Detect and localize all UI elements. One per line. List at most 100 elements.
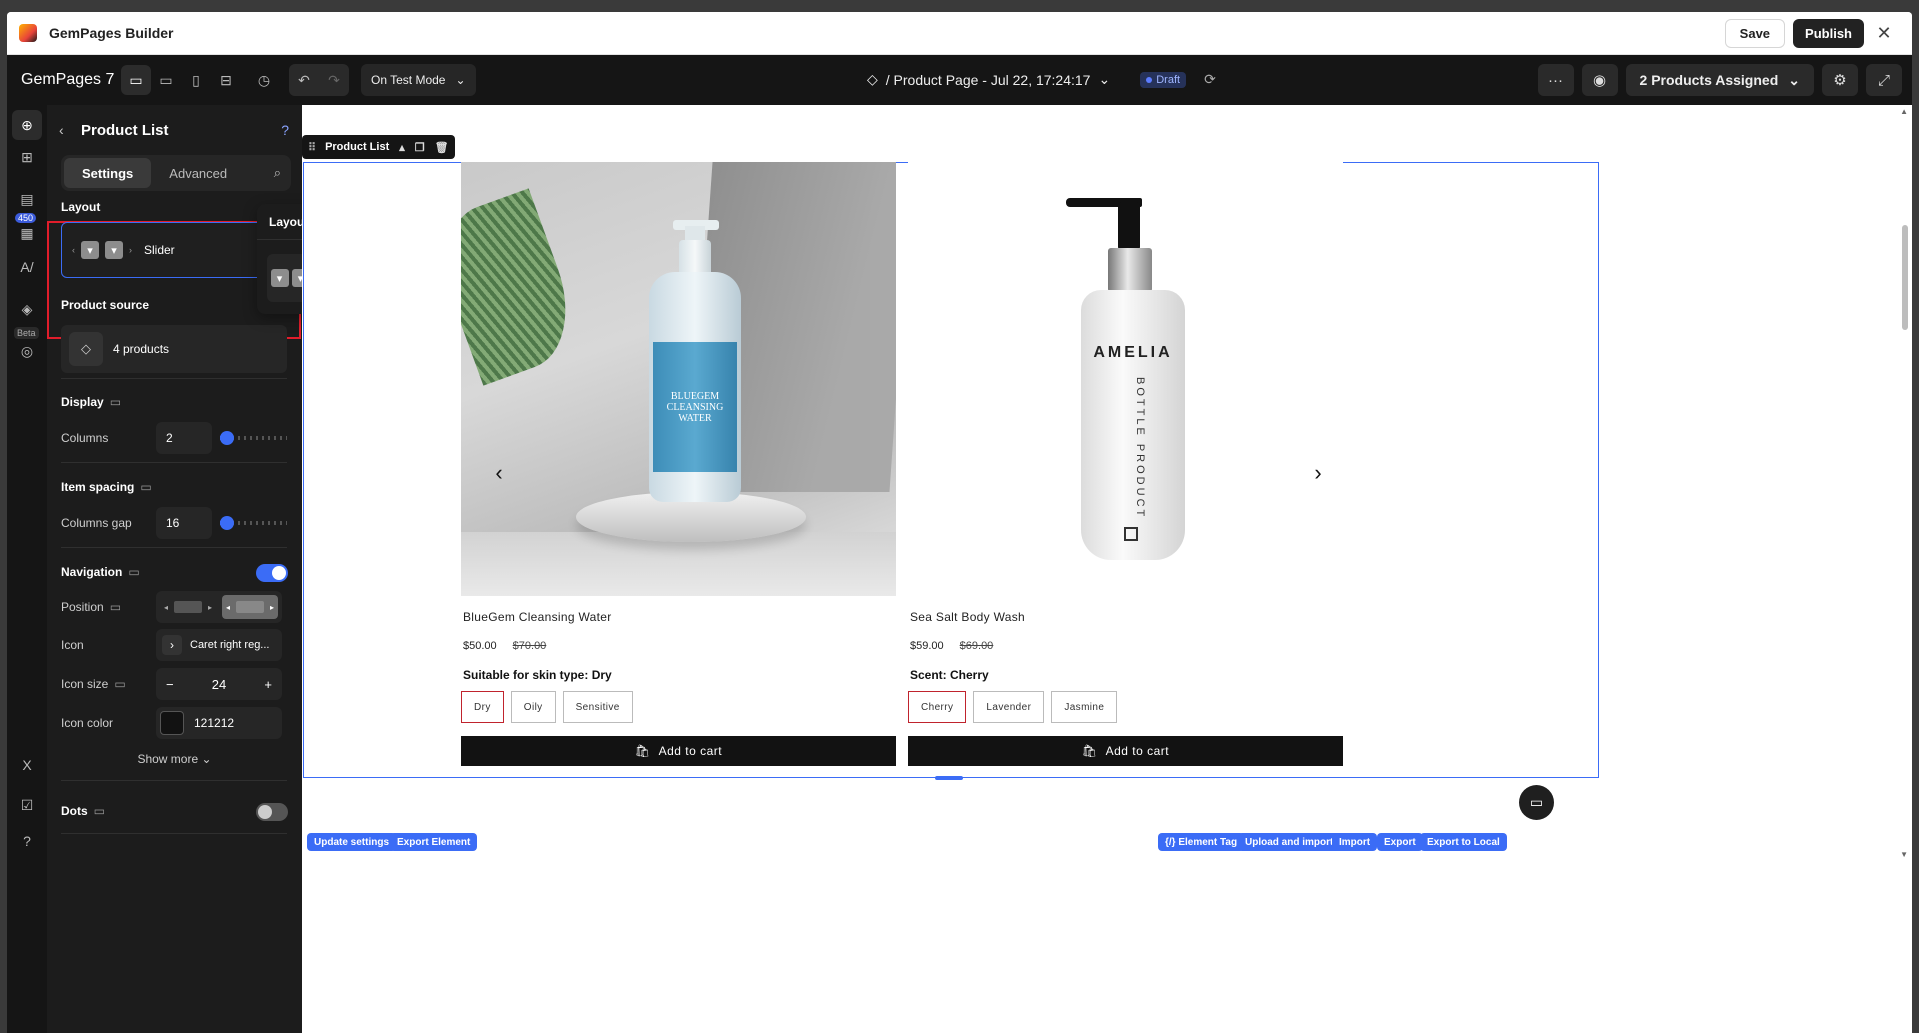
pages-icon[interactable]: ▤ [15,187,39,211]
duplicate-icon[interactable]: ❐ [415,141,425,154]
position-inside-option[interactable]: ◂ ▸ [222,595,278,619]
import-button[interactable]: Import [1332,833,1378,851]
columns-gap-slider-knob[interactable] [219,516,234,530]
add-element-icon[interactable]: ⊕ [12,110,42,140]
columns-gap-input[interactable]: 16 [156,507,212,539]
scroll-up-icon[interactable]: ▲ [1900,107,1908,116]
columns-input[interactable]: 2 [156,422,212,454]
columns-slider[interactable] [219,431,287,445]
variant-option[interactable]: Oily [510,691,556,723]
scroll-down-icon[interactable]: ▼ [1900,850,1908,859]
minus-icon[interactable]: − [166,677,174,692]
brand-name: GemPages 7 [21,71,115,88]
display-section-label: Display ▭ [61,395,122,409]
product-source-picker[interactable]: ◇ 4 products [61,325,287,373]
product-title[interactable]: Sea Salt Body Wash [910,610,1343,624]
slider-next-arrow-icon[interactable]: › [1306,460,1330,485]
upload-and-import-button[interactable]: Upload and import [1238,833,1341,851]
close-icon[interactable]: ✕ [1872,22,1896,46]
help-icon[interactable]: ? [15,829,39,853]
undo-icon[interactable]: ↶ [289,65,319,95]
icon-size-value[interactable]: 24 [212,677,226,692]
mode-dropdown[interactable]: On Test Mode ⌄ [361,64,476,96]
export-to-local-button[interactable]: Export to Local [1420,833,1507,851]
history-icon[interactable]: ◷ [249,65,279,95]
canvas-scrollbar[interactable] [1902,225,1908,330]
editor-canvas: ⠿ Product List ▴ ❐ 🗑 BLUEGEM CLEANSING W… [302,105,1912,1033]
chevron-down-icon: ⌄ [1098,71,1111,87]
monitor-icon: ▭ [93,804,106,818]
element-tag-label[interactable]: Product List [325,141,389,153]
back-arrow-icon[interactable]: ‹ [59,122,81,138]
tablet-view-icon[interactable]: ▭ [151,65,181,95]
publish-button[interactable]: Publish [1793,19,1864,48]
divider [61,833,287,834]
icon-picker[interactable]: › Caret right reg... [156,629,282,661]
caret-right-icon: › [129,245,132,255]
variant-option[interactable]: Sensitive [562,691,633,723]
export-button[interactable]: Export [1377,833,1423,851]
ai-icon[interactable]: A/ [15,255,39,279]
help-circle-icon[interactable]: ? [281,122,289,138]
variant-option[interactable]: Lavender [973,691,1045,723]
position-outside-option[interactable]: ◂ ▸ [160,595,216,619]
tab-settings[interactable]: Settings [64,158,152,188]
product-card: BLUEGEM CLEANSING WATER BlueGem Cleansin… [461,162,896,766]
x-icon[interactable]: X [15,753,39,777]
responsive-view-icon[interactable]: ⊟ [211,65,241,95]
layers-icon[interactable]: ◈ [15,297,39,321]
divider [61,462,287,463]
caret-up-icon[interactable]: ▴ [399,141,405,154]
assign-products-button[interactable]: 2 Products Assigned ⌄ [1625,64,1814,96]
layout-select[interactable]: ‹ ▾ ▾ › Slider › [61,222,287,278]
variant-option[interactable]: Dry [461,691,504,723]
tab-advanced[interactable]: Advanced [151,158,245,188]
sync-icon[interactable]: ⟳ [1204,71,1216,88]
columns-gap-slider[interactable] [219,516,287,530]
product-image[interactable]: BLUEGEM CLEANSING WATER [461,162,896,596]
variant-options: Dry Oily Sensitive [461,691,896,723]
variant-option[interactable]: Jasmine [1051,691,1118,723]
columns-label: Columns [61,431,109,445]
resize-handle[interactable] [935,776,963,780]
navigation-toggle[interactable] [256,564,288,582]
settings-gear-icon[interactable]: ⚙ [1822,64,1858,96]
slider-prev-arrow-icon[interactable]: ‹ [487,460,511,485]
product-image[interactable]: AMELIA BOTTLE PRODUCT [908,162,1343,596]
more-options-icon[interactable]: ··· [1537,64,1574,96]
columns-slider-knob[interactable] [219,431,234,445]
trash-icon[interactable]: 🗑 [435,141,449,154]
add-to-cart-button[interactable]: 🛍 Add to cart [461,736,896,766]
fullscreen-icon[interactable]: ⤢ [1866,64,1902,96]
show-more-button[interactable]: Show more ⌄ [47,752,302,766]
color-swatch[interactable] [160,711,184,735]
sections-icon[interactable]: ⊞ [15,145,39,169]
save-button[interactable]: Save [1724,19,1786,48]
plus-icon[interactable]: + [264,677,272,692]
drag-handle-icon[interactable]: ⠿ [308,141,316,154]
layout-value: Slider [144,243,175,257]
theme-icon[interactable]: ◎ [15,339,39,363]
redo-icon[interactable]: ↷ [319,65,349,95]
checklist-icon[interactable]: ☑ [15,793,39,817]
library-icon[interactable]: ▦ [15,221,39,245]
beta-badge: Beta [14,327,39,339]
icon-color-label: Icon color [61,716,114,730]
search-icon[interactable]: ⌕ [274,165,281,181]
variant-option[interactable]: Cherry [908,691,967,723]
export-element-button[interactable]: Export Element [390,833,478,851]
toggle-knob [272,566,286,580]
update-settings-button[interactable]: Update settings [307,833,397,851]
dots-toggle[interactable] [256,803,288,821]
chat-support-icon[interactable]: ▭ [1519,785,1554,820]
element-tag-button[interactable]: {/} Element Tag [1158,833,1245,851]
sale-price: $59.00 [910,640,944,652]
page-selector[interactable]: ◇ / Product Page - Jul 22, 17:24:17 ⌄ Dr… [867,71,1216,88]
chevron-down-icon: ⌄ [1788,71,1800,88]
product-title[interactable]: BlueGem Cleansing Water [463,610,896,624]
mobile-view-icon[interactable]: ▯ [181,65,211,95]
preview-eye-icon[interactable]: ◉ [1581,64,1618,96]
add-to-cart-button[interactable]: 🛍 Add to cart [908,736,1343,766]
icon-color-field[interactable]: 121212 [156,707,282,739]
desktop-view-icon[interactable]: ▭ [121,65,151,95]
